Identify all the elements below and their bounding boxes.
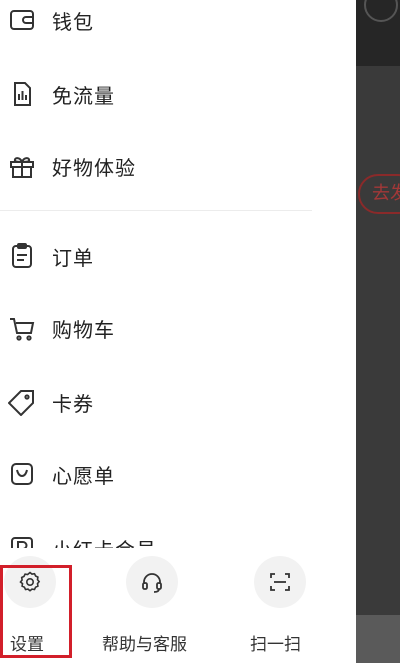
wallet-icon xyxy=(2,0,42,40)
menu-item-data-free[interactable]: 免流量 xyxy=(0,66,356,122)
background-add-icon xyxy=(364,0,398,22)
menu-item-wishlist[interactable]: 心愿单 xyxy=(0,446,356,502)
menu-item-label: 购物车 xyxy=(52,317,115,342)
menu-item-label: 卡券 xyxy=(52,391,94,416)
menu-item-label: 订单 xyxy=(52,245,94,270)
menu-item-wallet[interactable]: 钱包 xyxy=(0,0,356,48)
menu-item-label: 心愿单 xyxy=(52,463,115,488)
side-drawer: 钱包 免流量 好物体验 订单 购物车 卡券 心愿单 设置 帮助与客服 扫一扫 xyxy=(0,0,356,663)
background-header xyxy=(356,0,400,66)
data-free-icon xyxy=(2,74,42,114)
scan-icon xyxy=(254,556,306,608)
menu-item-good-stuff-trial[interactable]: 好物体验 xyxy=(0,138,356,194)
scan-button[interactable]: 扫一扫 xyxy=(236,556,346,656)
background-bottom-bar xyxy=(356,615,400,663)
help-and-support-label: 帮助与客服 xyxy=(102,635,187,655)
drawer-bottom-bar: 设置 帮助与客服 扫一扫 xyxy=(0,548,356,663)
settings-label: 设置 xyxy=(10,635,44,655)
menu-item-label: 好物体验 xyxy=(52,155,136,180)
menu-item-cart[interactable]: 购物车 xyxy=(0,300,356,356)
dimmed-main-page[interactable]: 去发 xyxy=(356,0,400,663)
coupon-icon xyxy=(2,382,42,422)
settings-button[interactable]: 设置 xyxy=(0,556,110,656)
screen: 去发 钱包 免流量 xyxy=(0,0,400,663)
menu-item-orders[interactable]: 订单 xyxy=(0,228,356,284)
scan-label: 扫一扫 xyxy=(250,635,301,655)
headset-icon xyxy=(126,556,178,608)
wishlist-icon xyxy=(2,454,42,494)
gear-icon xyxy=(4,556,56,608)
menu-item-label: 钱包 xyxy=(52,9,94,34)
gift-icon xyxy=(2,146,42,186)
menu-item-label: 免流量 xyxy=(52,83,115,108)
order-icon xyxy=(2,236,42,276)
background-pill-button: 去发 xyxy=(358,174,400,214)
menu-divider xyxy=(0,210,312,211)
help-and-support-button[interactable]: 帮助与客服 xyxy=(100,556,210,656)
menu-item-coupons[interactable]: 卡券 xyxy=(0,374,356,430)
cart-icon xyxy=(2,308,42,348)
